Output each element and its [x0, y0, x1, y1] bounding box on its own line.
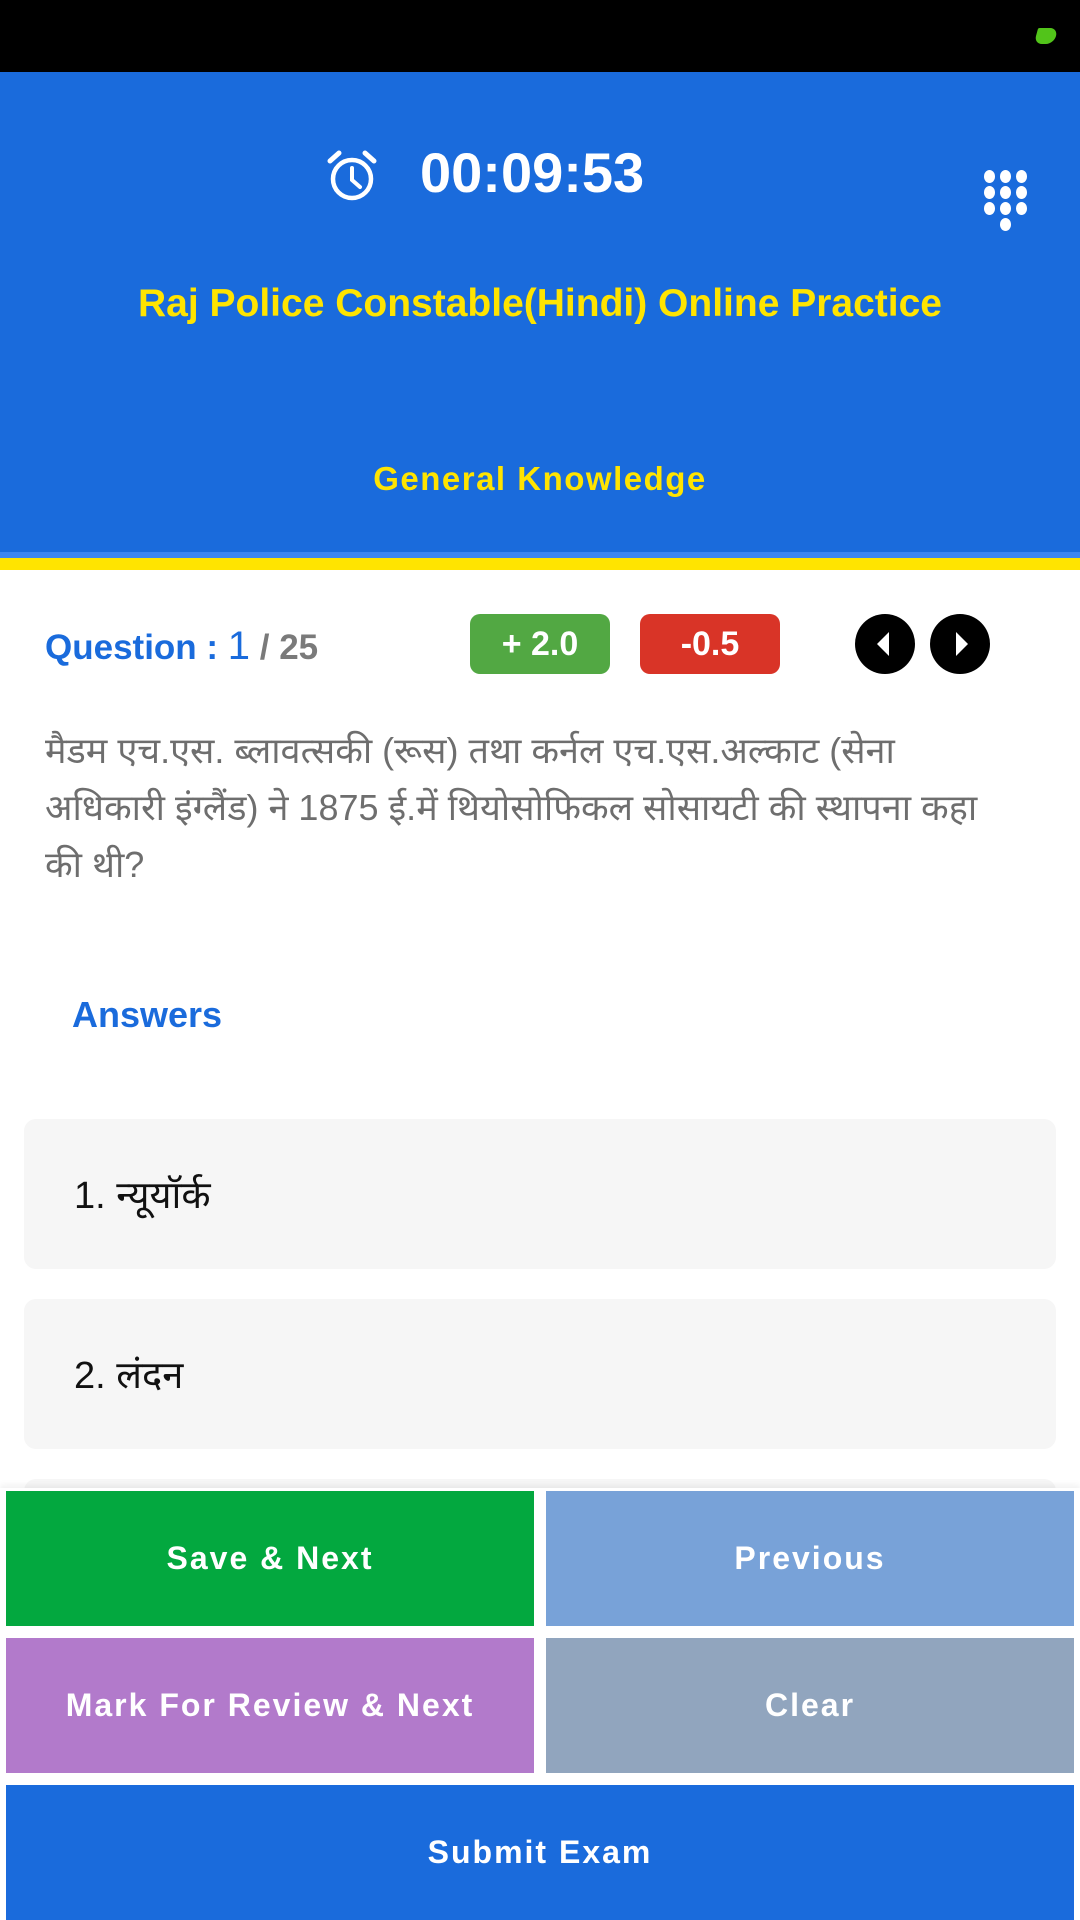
submit-exam-button[interactable]: Submit Exam	[6, 1785, 1074, 1920]
section-title: General Knowledge	[373, 460, 707, 497]
question-grid-menu-icon[interactable]	[984, 170, 1028, 232]
answer-option-label: 1. न्यूयॉर्क	[74, 1175, 211, 1217]
answer-option-label: 2. लंदन	[74, 1355, 184, 1397]
next-question-button[interactable]	[930, 614, 990, 674]
question-bar: Question : 1 / 25 + 2.0 -0.5	[0, 614, 1080, 676]
mark-review-next-button[interactable]: Mark For Review & Next	[6, 1638, 534, 1773]
timer-display: 00:09:53	[420, 141, 645, 204]
negative-marks-badge: -0.5	[640, 614, 780, 674]
answer-option[interactable]: 2. लंदन	[24, 1299, 1056, 1449]
header-accent-stripe	[0, 558, 1080, 570]
caret-left-icon	[877, 632, 889, 656]
answers-heading: Answers	[72, 994, 223, 1035]
exam-title: Raj Police Constable(Hindi) Online Pract…	[137, 282, 942, 325]
question-text: मैडम एच.एस. ब्लावत्सकी (रूस) तथा कर्नल ए…	[45, 730, 978, 885]
question-counter: Question : 1 / 25	[45, 624, 318, 669]
timer-row: 00:09:53	[0, 118, 1080, 231]
status-indicator-icon	[1033, 28, 1059, 44]
status-bar	[0, 0, 1080, 72]
caret-right-icon	[956, 632, 968, 656]
alarm-clock-icon	[324, 148, 380, 204]
clear-button[interactable]: Clear	[546, 1638, 1074, 1773]
positive-marks-badge: + 2.0	[470, 614, 610, 674]
question-total: / 25	[250, 628, 319, 667]
exam-header: 00:09:53 Raj Police Constable(Hindi) Onl…	[0, 72, 1080, 552]
question-label: Question :	[45, 628, 228, 667]
previous-button[interactable]: Previous	[546, 1491, 1074, 1626]
save-next-button[interactable]: Save & Next	[6, 1491, 534, 1626]
question-current: 1	[227, 624, 251, 668]
action-panel: Save & Next Previous Mark For Review & N…	[0, 1488, 1080, 1920]
previous-question-button[interactable]	[855, 614, 915, 674]
answer-option[interactable]: 1. न्यूयॉर्क	[24, 1119, 1056, 1269]
